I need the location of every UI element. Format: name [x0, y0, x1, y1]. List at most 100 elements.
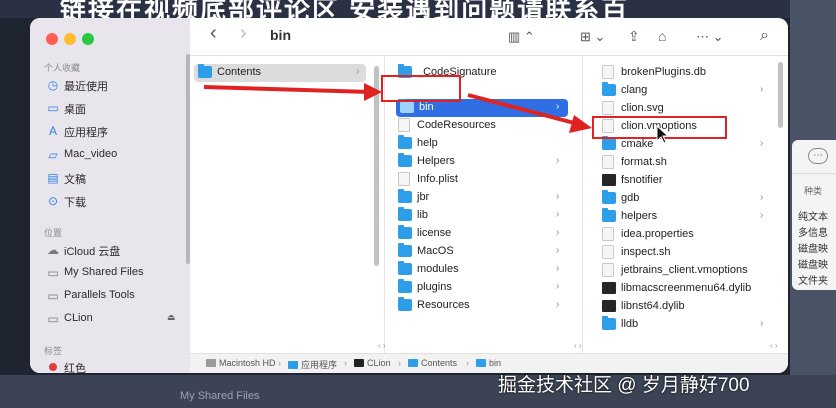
clion-app-icon — [354, 359, 364, 367]
sidebar-item-downloads[interactable]: ⊙ 下载 — [42, 191, 182, 211]
peek-row: 纯文本 — [798, 212, 828, 223]
item-label: jetbrains_client.vmoptions — [621, 264, 748, 276]
folder-icon — [602, 136, 616, 150]
list-item[interactable]: lib › — [398, 207, 566, 225]
close-button[interactable] — [46, 33, 58, 45]
sidebar-item-label: My Shared Files — [64, 266, 144, 278]
path-item-applications[interactable]: 应用程序 — [288, 358, 337, 371]
item-label: plugins — [417, 281, 452, 293]
list-item[interactable]: modules › — [398, 261, 566, 279]
column-scrollbar[interactable] — [374, 66, 379, 266]
sidebar: 个人收藏 ◷ 最近使用 ▭ 桌面 A 应用程序 ▱ Mac_video ▤ 文稿… — [30, 18, 190, 373]
chevron-right-icon: › — [760, 210, 764, 221]
column-divider[interactable] — [582, 56, 583, 353]
eject-icon[interactable]: ⏏ — [167, 312, 176, 323]
sidebar-item-red-tag[interactable]: 红色 — [42, 357, 182, 373]
view-mode-button[interactable]: ▥ ⌃ — [508, 27, 535, 47]
column-scrollbar[interactable] — [778, 62, 783, 128]
executable-icon — [602, 282, 616, 294]
more-icon[interactable]: ⋯ — [808, 148, 828, 164]
group-button[interactable]: ⊞ ⌄ — [580, 27, 605, 47]
sidebar-item-documents[interactable]: ▤ 文稿 — [42, 168, 182, 188]
list-item[interactable]: libmacscreenmenu64.dylib — [602, 280, 770, 298]
back-button[interactable]: ‹ — [210, 23, 217, 43]
executable-icon — [602, 300, 616, 312]
list-item[interactable]: lldb › — [602, 316, 770, 334]
list-item[interactable]: plugins › — [398, 279, 566, 297]
sidebar-item-mac-video[interactable]: ▱ Mac_video — [42, 145, 182, 165]
list-item[interactable]: Contents › — [194, 64, 366, 82]
document-icon — [602, 101, 614, 115]
sidebar-item-icloud[interactable]: ☁ iCloud 云盘 — [42, 240, 182, 260]
banner-text: 链接在视频底部评论区 安装遇到问题请联系百 — [60, 0, 630, 18]
sidebar-item-label: Mac_video — [64, 148, 118, 160]
list-item[interactable]: help — [398, 135, 566, 153]
sidebar-section-locations: 位置 — [44, 228, 63, 238]
path-label: Macintosh HD — [219, 358, 276, 368]
folder-icon — [408, 359, 418, 367]
list-item[interactable]: jetbrains_client.vmoptions — [602, 262, 770, 280]
search-button[interactable]: ⌕ — [760, 26, 769, 46]
list-item[interactable]: Info.plist — [398, 171, 566, 189]
item-label: fsnotifier — [621, 174, 663, 186]
list-item[interactable]: inspect.sh — [602, 244, 770, 262]
sidebar-item-applications[interactable]: A 应用程序 — [42, 121, 182, 141]
list-item[interactable]: fsnotifier — [602, 172, 770, 190]
list-item[interactable]: libnst64.dylib — [602, 298, 770, 316]
tag-button[interactable]: ⌂ — [658, 26, 666, 46]
chevron-right-icon: › — [556, 155, 560, 166]
list-item[interactable]: helpers › — [602, 208, 770, 226]
sidebar-item-label: CLion — [64, 312, 93, 324]
item-label: MacOS — [417, 245, 454, 257]
sidebar-item-parallels-tools[interactable]: ▭ Parallels Tools — [42, 286, 182, 306]
list-item[interactable]: MacOS › — [398, 243, 566, 261]
list-item[interactable]: brokenPlugins.db — [602, 64, 770, 82]
document-icon — [602, 65, 614, 79]
desktop-icon: ▭ — [47, 101, 59, 115]
sidebar-item-recents[interactable]: ◷ 最近使用 — [42, 75, 182, 95]
column-resize-icon[interactable]: ‹ › — [574, 341, 582, 350]
more-button[interactable]: ⋯ ⌄ — [696, 27, 724, 47]
path-label: 应用程序 — [301, 360, 338, 370]
forward-button[interactable]: › — [240, 23, 247, 43]
sidebar-item-my-shared-files[interactable]: ▭ My Shared Files — [42, 263, 182, 283]
peek-toolbar: ⋯ — [792, 140, 836, 174]
item-label: gdb — [621, 192, 640, 204]
sidebar-section-tags: 标签 — [44, 346, 63, 356]
minimize-button[interactable] — [64, 33, 76, 45]
list-item[interactable]: CodeResources — [398, 117, 566, 135]
zoom-button[interactable] — [82, 33, 94, 45]
item-label: Helpers — [417, 155, 455, 167]
list-item[interactable]: clang › — [602, 82, 770, 100]
folder-icon — [198, 64, 212, 78]
share-button[interactable]: ⇪ — [628, 26, 640, 46]
sidebar-item-label: 桌面 — [64, 104, 86, 116]
item-label: CodeResources — [417, 119, 496, 131]
folder-icon — [398, 297, 412, 311]
red-tag-icon — [49, 363, 57, 371]
column-resize-icon[interactable]: ‹ › — [770, 341, 778, 350]
list-item[interactable]: gdb › — [602, 190, 770, 208]
list-item[interactable]: license › — [398, 225, 566, 243]
list-item[interactable]: jbr › — [398, 189, 566, 207]
path-item-bin[interactable]: bin — [476, 358, 501, 368]
chevron-right-icon: › — [556, 263, 560, 274]
path-item-macintosh-hd[interactable]: Macintosh HD — [206, 358, 276, 368]
path-label: bin — [489, 358, 502, 368]
path-item-contents[interactable]: Contents — [408, 358, 457, 368]
item-label: lldb — [621, 318, 639, 330]
chevron-right-icon: › — [356, 66, 360, 77]
list-item[interactable]: Helpers › — [398, 153, 566, 171]
sidebar-item-desktop[interactable]: ▭ 桌面 — [42, 98, 182, 118]
list-item[interactable]: format.sh — [602, 154, 770, 172]
chevron-right-icon: › — [760, 84, 764, 95]
path-item-clion[interactable]: CLion — [354, 358, 391, 368]
finder-window: 个人收藏 ◷ 最近使用 ▭ 桌面 A 应用程序 ▱ Mac_video ▤ 文稿… — [30, 18, 788, 373]
column-resize-icon[interactable]: ‹ › — [378, 341, 386, 350]
sidebar-item-clion[interactable]: ▭ CLion ⏏ — [42, 309, 182, 329]
column-browser: Contents › _CodeSignature bin › CodeReso… — [190, 56, 788, 353]
banner: 链接在视频底部评论区 安装遇到问题请联系百 — [0, 0, 836, 18]
list-item[interactable]: idea.properties — [602, 226, 770, 244]
chevron-right-icon: › — [760, 138, 764, 149]
list-item[interactable]: Resources › — [398, 297, 566, 315]
